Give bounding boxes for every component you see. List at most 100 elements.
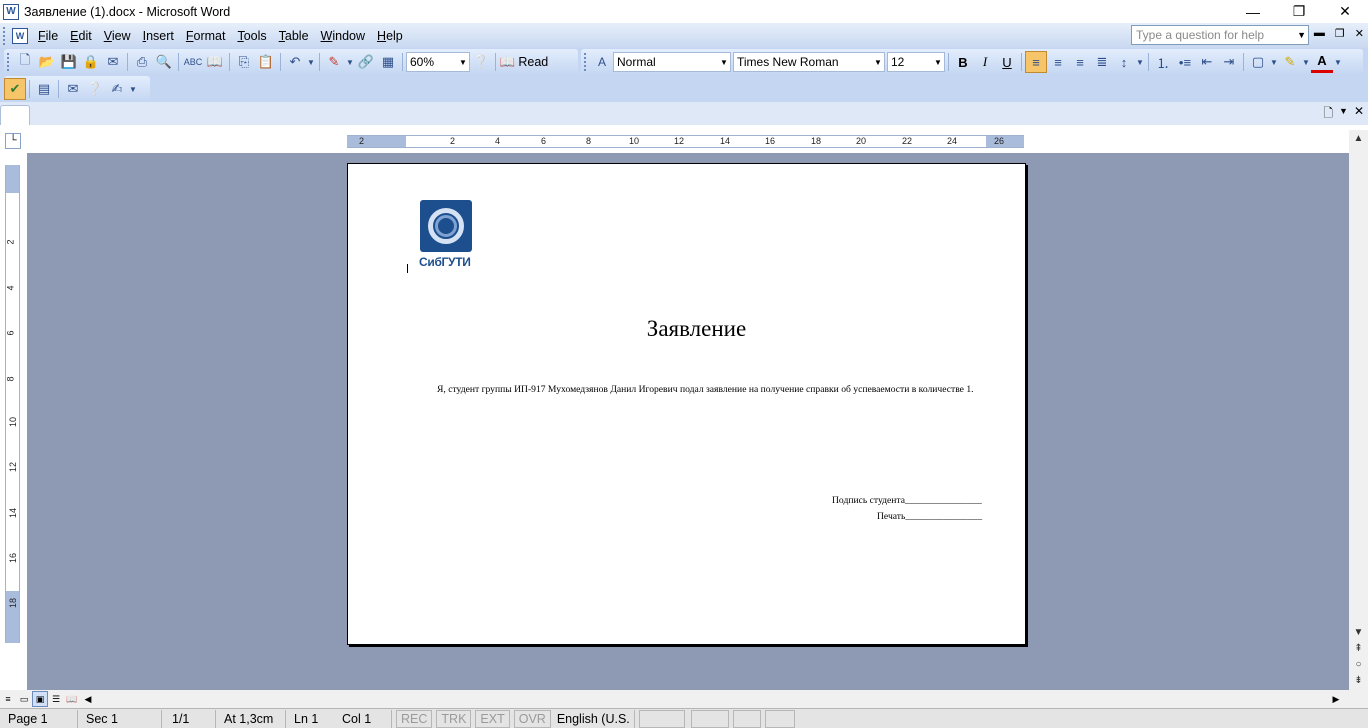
bullets-icon[interactable]: •≡	[1174, 51, 1196, 73]
underline-button[interactable]: U	[996, 51, 1018, 73]
word-icon[interactable]: W	[3, 3, 19, 20]
email-icon[interactable]: ✉	[102, 51, 124, 73]
spelling-icon[interactable]: ABC	[182, 51, 204, 73]
research-icon[interactable]: 📖	[204, 51, 226, 73]
chevron-down-icon[interactable]: ▼	[872, 53, 884, 71]
edit-icon[interactable]: ✍	[106, 78, 128, 100]
help-icon[interactable]: ❔	[84, 78, 106, 100]
align-center-icon[interactable]: ≡	[1047, 51, 1069, 73]
highlight-dropdown-icon[interactable]: ▼	[1301, 51, 1311, 73]
vertical-scrollbar[interactable]: ▲ ▼ ⇞ ○ ⇟	[1349, 130, 1368, 690]
new-icon[interactable]: 🗋	[14, 51, 36, 73]
zoom-select[interactable]: 60% ▼	[406, 52, 470, 72]
increase-indent-icon[interactable]: ⇥	[1218, 51, 1240, 73]
menu-window[interactable]: Window	[315, 29, 371, 43]
doc-restore-button[interactable]: ❐	[1335, 27, 1345, 40]
scroll-right-icon[interactable]: ▶	[1328, 691, 1344, 707]
status-pages[interactable]: 1/1	[162, 709, 216, 728]
vertical-ruler[interactable]: 2 4 6 8 10 12 14 16 18	[5, 165, 20, 643]
styles-icon[interactable]: A	[591, 51, 613, 73]
menu-help[interactable]: Help	[371, 29, 409, 43]
line-spacing-dropdown-icon[interactable]: ▼	[1135, 51, 1145, 73]
status-page[interactable]: Page 1	[0, 709, 78, 728]
drawing-dropdown-icon[interactable]: ▼	[345, 51, 355, 73]
chevron-down-icon[interactable]: ▼	[1339, 104, 1348, 125]
document-icon[interactable]: W	[12, 27, 28, 44]
font-color-icon[interactable]: A	[1311, 51, 1333, 73]
document-title[interactable]: Заявление	[348, 316, 1045, 342]
chevron-down-icon[interactable]: ▼	[718, 53, 730, 71]
hyperlink-icon[interactable]: 🔗	[355, 51, 377, 73]
border-dropdown-icon[interactable]: ▼	[1269, 51, 1279, 73]
chevron-down-icon[interactable]: ▼	[932, 53, 944, 71]
horizontal-ruler[interactable]: 2 2 4 6 8 10 12 14 16 18 20 22 24 26	[347, 135, 1024, 148]
status-section[interactable]: Sec 1	[78, 709, 162, 728]
menu-grip-icon[interactable]	[3, 26, 8, 45]
toolbar-options-icon[interactable]: ▼	[128, 78, 138, 100]
save-icon[interactable]: 💾	[58, 51, 80, 73]
chevron-down-icon[interactable]: ▼	[457, 53, 469, 71]
status-line[interactable]: Ln 1	[286, 710, 334, 728]
toolbar-grip-icon[interactable]	[7, 53, 11, 71]
document-map-icon[interactable]: ▤	[33, 78, 55, 100]
open-icon[interactable]: 📂	[36, 51, 58, 73]
print-icon[interactable]: ⎙	[131, 51, 153, 73]
align-right-icon[interactable]: ≡	[1069, 51, 1091, 73]
print-layout-view-icon[interactable]: ▣	[32, 691, 48, 707]
checkmark-icon[interactable]: ✔	[4, 78, 26, 100]
next-page-icon[interactable]: ⇟	[1349, 672, 1368, 689]
browse-object-icon[interactable]: ○	[1349, 656, 1368, 673]
font-color-dropdown-icon[interactable]: ▼	[1333, 51, 1343, 73]
menu-table[interactable]: Table	[273, 29, 315, 43]
read-button[interactable]: 📖 Read	[499, 51, 549, 73]
menu-view[interactable]: View	[98, 29, 137, 43]
justify-icon[interactable]: ≣	[1091, 51, 1113, 73]
status-position[interactable]: At 1,3cm	[216, 709, 286, 728]
toolbar-grip-icon[interactable]	[584, 53, 588, 71]
italic-button[interactable]: I	[974, 51, 996, 73]
previous-page-icon[interactable]: ⇞	[1349, 640, 1368, 657]
new-document-icon[interactable]: 🗋	[1323, 104, 1333, 125]
web-view-icon[interactable]: ▭	[16, 691, 32, 707]
doc-minimize-button[interactable]: ▬	[1314, 27, 1325, 40]
help-search-input[interactable]: Type a question for help ▼	[1131, 25, 1309, 45]
menu-insert[interactable]: Insert	[137, 29, 180, 43]
border-icon[interactable]: ▢	[1247, 51, 1269, 73]
minimize-button[interactable]: —	[1230, 0, 1276, 23]
tab-stop-icon[interactable]: └	[5, 133, 21, 149]
document-body-text[interactable]: Я, студент группы ИП-917 Мухомедзянов Да…	[437, 384, 974, 395]
font-select[interactable]: Times New Roman ▼	[733, 52, 885, 72]
line-spacing-icon[interactable]: ↕	[1113, 51, 1135, 73]
menu-file[interactable]: File	[32, 29, 64, 43]
status-trk[interactable]: TRK	[436, 709, 472, 728]
menu-edit[interactable]: Edit	[64, 29, 98, 43]
status-rec[interactable]: REC	[396, 709, 433, 728]
print-preview-icon[interactable]: 🔍	[153, 51, 175, 73]
reading-view-icon[interactable]: 📖	[64, 691, 80, 707]
decrease-indent-icon[interactable]: ⇤	[1196, 51, 1218, 73]
menu-format[interactable]: Format	[180, 29, 232, 43]
status-ext[interactable]: EXT	[475, 709, 510, 728]
close-pane-icon[interactable]: ✕	[1354, 104, 1364, 125]
highlight-icon[interactable]: ✎	[1279, 51, 1301, 73]
outline-view-icon[interactable]: ☰	[48, 691, 64, 707]
restore-button[interactable]: ❐	[1276, 0, 1322, 23]
help-icon[interactable]: ❔	[470, 51, 492, 73]
scroll-up-icon[interactable]: ▲	[1349, 130, 1368, 147]
paste-icon[interactable]: 📋	[255, 51, 277, 73]
scroll-down-icon[interactable]: ▼	[1349, 624, 1368, 641]
drawing-icon[interactable]: ✎	[323, 51, 345, 73]
style-select[interactable]: Normal ▼	[613, 52, 731, 72]
status-ovr[interactable]: OVR	[513, 709, 551, 728]
doc-close-button[interactable]: ✕	[1355, 27, 1364, 40]
status-column[interactable]: Col 1	[334, 709, 392, 728]
copy-icon[interactable]: ⎘	[233, 51, 255, 73]
stamp-line[interactable]: Печать________________	[877, 511, 982, 522]
menu-tools[interactable]: Tools	[231, 29, 272, 43]
undo-icon[interactable]: ↶	[284, 51, 306, 73]
numbering-icon[interactable]: ⒈	[1152, 51, 1174, 73]
permission-icon[interactable]: 🔒	[80, 51, 102, 73]
status-language[interactable]: English (U.S.	[555, 709, 635, 728]
align-left-icon[interactable]: ≡	[1025, 51, 1047, 73]
undo-dropdown-icon[interactable]: ▼	[306, 51, 316, 73]
